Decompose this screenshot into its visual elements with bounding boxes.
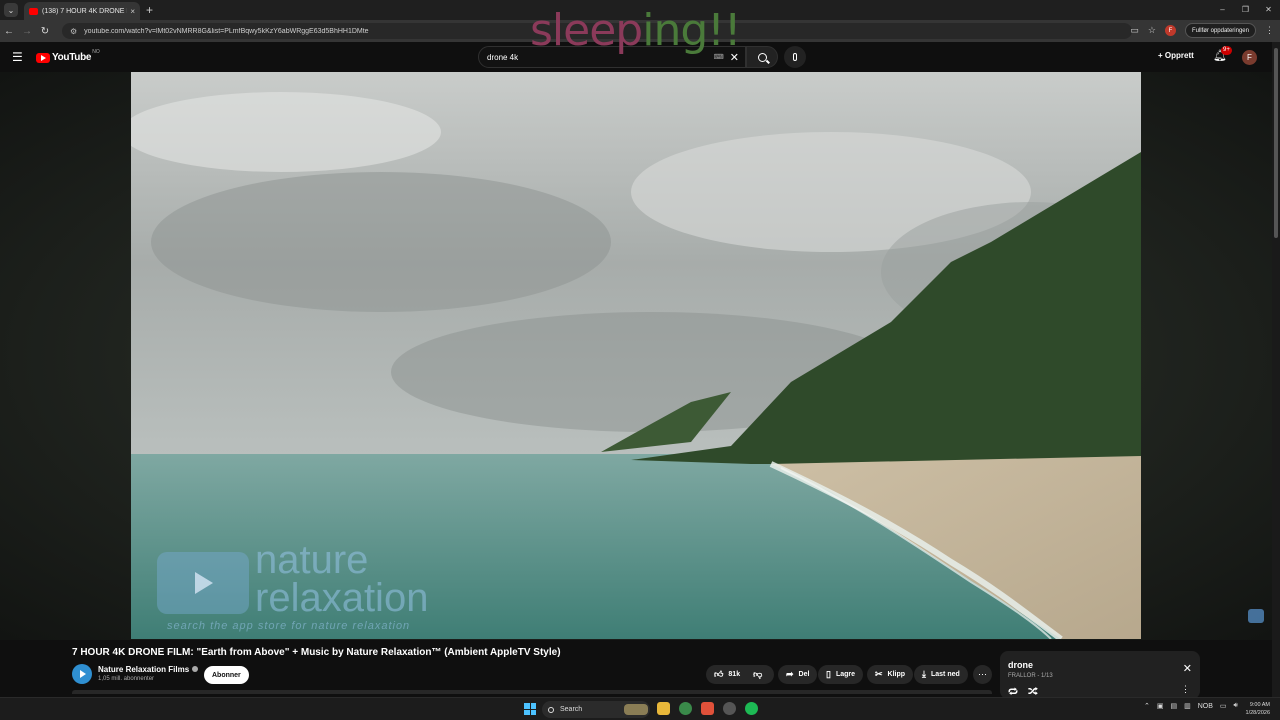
taskbar-search-icon bbox=[548, 706, 554, 713]
scrollbar-thumb[interactable] bbox=[1274, 48, 1278, 238]
menu-kebab-icon[interactable]: ⋮ bbox=[1265, 25, 1274, 36]
watermark-line-2: relaxation bbox=[255, 576, 429, 620]
file-explorer-icon[interactable] bbox=[657, 702, 670, 715]
description-box[interactable] bbox=[72, 690, 992, 694]
tray-chevron-icon[interactable]: ⌃ bbox=[1144, 702, 1150, 710]
windows-taskbar: Search ⌃ ▣ ▤ ▥ NOB ▭ 🔊︎ 9:00 AM 1/28/202… bbox=[0, 697, 1280, 720]
taskbar-search-placeholder: Search bbox=[560, 706, 583, 713]
playlist-close-icon[interactable]: ✕ bbox=[1183, 662, 1192, 675]
download-button[interactable]: ⤓ Last ned bbox=[914, 665, 968, 684]
page-scrollbar[interactable] bbox=[1272, 42, 1280, 700]
voice-search-button[interactable] bbox=[784, 46, 806, 68]
like-dislike-group: 👍︎ 81k 👎︎ bbox=[706, 665, 774, 684]
playlist-subtitle: FRALLOR - 1/13 bbox=[1008, 673, 1053, 679]
like-count[interactable]: 81k bbox=[728, 671, 740, 678]
clip-button[interactable]: ✂ Klipp bbox=[867, 665, 914, 684]
app-icon[interactable] bbox=[723, 702, 736, 715]
taskbar-clock[interactable]: 9:00 AM 1/28/2026 bbox=[1240, 701, 1270, 717]
windows-start-icon[interactable] bbox=[524, 703, 536, 715]
youtube-logo[interactable]: YouTube NO bbox=[36, 48, 100, 63]
site-info-icon[interactable]: ⚙ bbox=[70, 27, 77, 36]
account-avatar[interactable]: F bbox=[1242, 50, 1257, 65]
forward-icon[interactable]: → bbox=[18, 26, 36, 37]
search-icon bbox=[757, 52, 767, 62]
download-label: Last ned bbox=[930, 671, 960, 678]
tab-close-icon[interactable]: × bbox=[130, 7, 135, 16]
verified-icon bbox=[192, 666, 199, 672]
video-player[interactable]: nature relaxation search the app store f… bbox=[131, 72, 1141, 639]
close-window-button[interactable]: ✕ bbox=[1257, 0, 1280, 20]
overlay-text-part-1: sleep bbox=[530, 5, 643, 56]
overlay-text-part-2: ing!! bbox=[642, 5, 741, 56]
subscribe-button[interactable]: Abonner bbox=[204, 666, 249, 684]
hamburger-menu-icon[interactable]: ☰ bbox=[12, 50, 23, 64]
save-playlist-icon: ▯ bbox=[826, 669, 831, 679]
taskbar-search[interactable]: Search bbox=[542, 701, 650, 718]
overlay-sleeping-text: sleeping!! bbox=[530, 4, 742, 58]
language-indicator[interactable]: NOB bbox=[1198, 703, 1213, 710]
scissors-icon: ✂ bbox=[875, 669, 883, 679]
browser-tab-active[interactable]: (138) 7 HOUR 4K DRONE FILM: " × bbox=[24, 2, 140, 20]
search-button[interactable] bbox=[746, 46, 778, 68]
cast-icon[interactable]: ▭ bbox=[1130, 25, 1139, 36]
tray-app-icon[interactable]: ▤ bbox=[1171, 702, 1178, 710]
brave-icon[interactable] bbox=[701, 702, 714, 715]
window-controls: – ❐ ✕ bbox=[1211, 0, 1280, 20]
search-highlight-image bbox=[624, 704, 648, 715]
playlist-menu-icon[interactable]: ⋮ bbox=[1181, 684, 1190, 695]
channel-name-text: Nature Relaxation Films bbox=[98, 665, 190, 674]
profile-icon[interactable]: F bbox=[1164, 25, 1176, 36]
restore-button[interactable]: ❐ bbox=[1234, 0, 1257, 20]
clock-date: 1/28/2026 bbox=[1245, 710, 1270, 716]
system-tray: ⌃ ▣ ▤ ▥ NOB ▭ 🔊︎ bbox=[1144, 702, 1238, 710]
chrome-icon[interactable] bbox=[679, 702, 692, 715]
notification-count-badge: 9+ bbox=[1221, 46, 1232, 55]
subscriber-count: 1,05 mill. abonnenter bbox=[98, 676, 155, 682]
download-icon: ⤓ bbox=[922, 669, 926, 679]
playlist-title[interactable]: drone bbox=[1008, 660, 1033, 670]
share-icon: ➦ bbox=[786, 669, 794, 679]
update-button[interactable]: Fullfør oppdateringen bbox=[1184, 23, 1256, 38]
minimize-button[interactable]: – bbox=[1211, 0, 1234, 20]
create-label: Opprett bbox=[1164, 51, 1194, 60]
volume-icon[interactable]: 🔊︎ bbox=[1234, 702, 1238, 710]
youtube-wordmark: YouTube bbox=[52, 52, 92, 63]
share-label: Del bbox=[798, 671, 810, 678]
toolbar-actions: ▭ ☆ F Fullfør oppdateringen ⋮ bbox=[1130, 23, 1274, 38]
save-label: Lagre bbox=[835, 671, 856, 678]
url-text: youtube.com/watch?v=lMt02vNMRR8G&list=PL… bbox=[84, 27, 369, 35]
more-actions-icon[interactable]: ⋯ bbox=[973, 665, 992, 684]
watermark-tagline: search the app store for nature relaxati… bbox=[167, 620, 411, 632]
create-button[interactable]: + Opprett bbox=[1158, 51, 1194, 60]
save-button[interactable]: ▯ Lagre bbox=[818, 665, 864, 684]
watermark-logo-icon bbox=[157, 552, 249, 614]
thumbs-down-icon[interactable]: 👎︎ bbox=[753, 669, 762, 680]
bookmark-star-icon[interactable]: ☆ bbox=[1148, 25, 1156, 36]
tab-search-icon[interactable]: ⌄ bbox=[4, 3, 18, 17]
youtube-play-logo-icon bbox=[36, 52, 50, 63]
back-icon[interactable]: ← bbox=[0, 26, 18, 37]
spotify-icon[interactable] bbox=[745, 702, 758, 715]
channel-branding-icon[interactable] bbox=[1248, 609, 1264, 623]
tab-title: (138) 7 HOUR 4K DRONE FILM: " bbox=[42, 7, 127, 15]
new-tab-button[interactable]: + bbox=[146, 3, 153, 17]
thumbs-up-icon[interactable]: 👍︎ bbox=[714, 669, 723, 680]
reload-icon[interactable]: ↻ bbox=[36, 26, 54, 37]
clip-label: Klipp bbox=[887, 671, 906, 678]
clock-time: 9:00 AM bbox=[1249, 702, 1270, 708]
channel-avatar[interactable] bbox=[72, 664, 92, 684]
tray-app-icon[interactable]: ▣ bbox=[1157, 702, 1164, 710]
youtube-favicon-icon bbox=[29, 7, 38, 15]
microphone-icon bbox=[793, 53, 797, 61]
network-icon[interactable]: ▭ bbox=[1220, 702, 1227, 710]
video-title: 7 HOUR 4K DRONE FILM: "Earth from Above"… bbox=[72, 647, 561, 658]
share-button[interactable]: ➦ Del bbox=[778, 665, 818, 684]
region-code: NO bbox=[92, 48, 100, 55]
playlist-panel: drone FRALLOR - 1/13 ✕ 🔁︎ 🔀︎ ⋮ bbox=[1000, 651, 1200, 699]
tray-app-icon[interactable]: ▥ bbox=[1184, 702, 1191, 710]
channel-name[interactable]: Nature Relaxation Films bbox=[98, 665, 199, 674]
